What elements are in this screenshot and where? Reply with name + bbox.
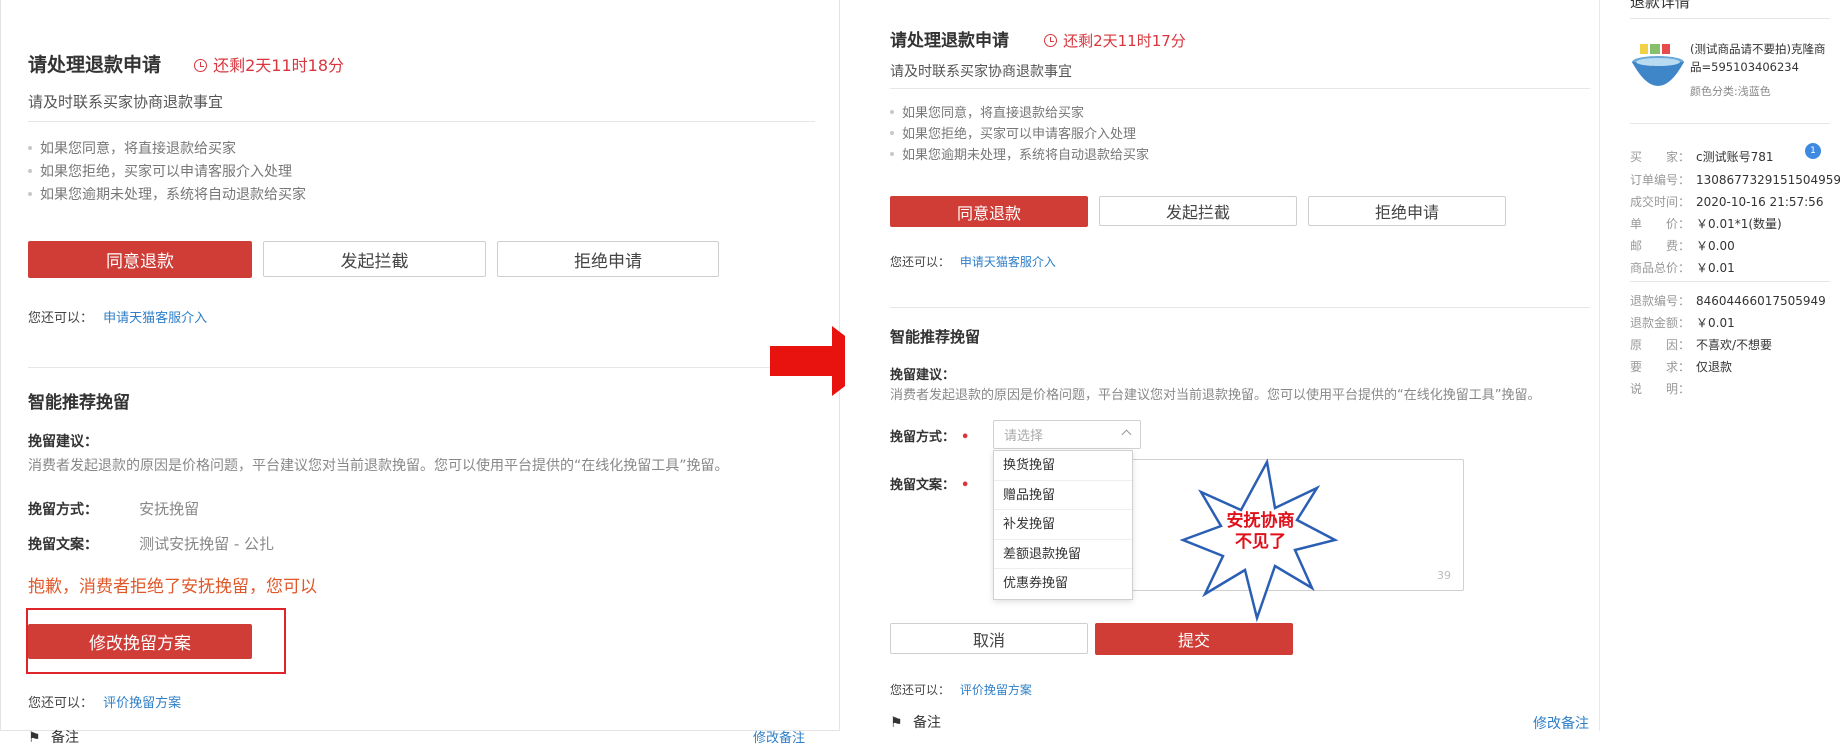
- bullet-item: 如果您同意，将直接退款给买家: [890, 102, 1084, 121]
- refund-row-amount: 退款金额： ￥0.01: [1630, 316, 1735, 330]
- remark-row: ⚑ 备注: [890, 715, 942, 731]
- order-row-price: 单 价： ￥0.01*1(数量): [1630, 217, 1782, 231]
- page-title: 请处理退款申请: [890, 31, 1009, 51]
- bullet-item: 如果您逾期未处理，系统将自动退款给买家: [890, 144, 1149, 163]
- divider: [1630, 281, 1830, 282]
- countdown: 还剩2天11时17分: [1044, 32, 1186, 50]
- page-title-row: 请处理退款申请 还剩2天11时17分: [890, 26, 1186, 51]
- divider-vertical: [1599, 0, 1600, 731]
- bullet-item: 如果您同意，将直接退款给买家: [28, 138, 236, 158]
- submit-button[interactable]: 提交: [1095, 623, 1293, 655]
- reject-button[interactable]: 拒绝申请: [1308, 196, 1506, 226]
- divider: [1630, 123, 1830, 124]
- customer-service-link[interactable]: 申请天猫客服介入: [103, 311, 207, 326]
- refund-detail-sidebar: 退款详情 (测试商品请不要拍)克隆商品=595103406234 颜色分类:浅蓝…: [1605, 0, 1840, 731]
- refund-row-reason: 原 因： 不喜欢/不想要: [1630, 338, 1773, 352]
- order-row-shipping: 邮 费： ￥0.00: [1630, 239, 1735, 253]
- remark-row: ⚑ 备注: [28, 730, 80, 746]
- method-row: 挽留方式： 安抚挽留: [28, 500, 200, 518]
- subtitle: 请及时联系买家协商退款事宜: [28, 93, 224, 111]
- agree-refund-button[interactable]: 同意退款: [890, 196, 1088, 227]
- refund-row-note: 说 明：: [1630, 382, 1691, 396]
- also-row-2: 您还可以： 评价挽留方案: [890, 683, 1032, 697]
- option-diff-refund[interactable]: 差额退款挽留: [994, 540, 1132, 569]
- sidebar-header: 退款详情: [1630, 0, 1691, 11]
- divider: [28, 367, 815, 368]
- countdown: 还剩2天11时18分: [194, 56, 344, 75]
- bullet-item: 如果您逾期未处理，系统将自动退款给买家: [28, 184, 306, 204]
- section-title: 智能推荐挽留: [28, 393, 130, 413]
- option-exchange[interactable]: 换货挽留: [994, 451, 1132, 481]
- page-title-row: 请处理退款申请 还剩2天11时18分: [28, 50, 344, 77]
- copy-row: 挽留文案： 测试安抚挽留 - 公扎: [28, 535, 275, 553]
- middle-refund-panel: 请处理退款申请 还剩2天11时17分 请及时联系买家协商退款事宜 如果您同意，将…: [845, 0, 1600, 733]
- advice-label: 挽留建议：: [890, 368, 956, 383]
- subtitle: 请及时联系买家协商退款事宜: [890, 64, 1072, 80]
- modify-retention-button[interactable]: 修改挽留方案: [28, 624, 252, 659]
- copy-label: 挽留文案： •: [890, 478, 970, 493]
- method-select[interactable]: 请选择: [993, 420, 1141, 449]
- section-title: 智能推荐挽留: [890, 328, 981, 346]
- option-coupon[interactable]: 优惠券挽留: [994, 569, 1132, 599]
- modify-remark-link[interactable]: 修改备注: [1533, 713, 1589, 733]
- reject-button[interactable]: 拒绝申请: [497, 241, 719, 277]
- order-row-total: 商品总价： ￥0.01: [1630, 261, 1735, 275]
- also-row: 您还可以： 申请天猫客服介入: [28, 311, 208, 326]
- flag-icon: ⚑: [28, 730, 41, 746]
- divider: [890, 88, 1590, 89]
- agree-refund-button[interactable]: 同意退款: [28, 241, 252, 278]
- refund-row-request: 要 求： 仅退款: [1630, 360, 1733, 374]
- method-label: 挽留方式： •: [890, 430, 970, 445]
- refund-row-number: 退款编号： 84604466017505949: [1630, 294, 1826, 308]
- copy-value: 测试安抚挽留 - 公扎: [139, 535, 275, 553]
- order-row-time: 成交时间： 2020-10-16 21:57:56: [1630, 195, 1824, 209]
- callout-text: 安抚协商 不见了: [1226, 511, 1295, 552]
- order-number-link[interactable]: 1308677329151504959: [1696, 173, 1840, 187]
- cancel-button[interactable]: 取消: [890, 623, 1088, 654]
- method-value: 安抚挽留: [139, 500, 200, 518]
- flag-icon: ⚑: [890, 715, 903, 731]
- evaluate-plan-link[interactable]: 评价挽留方案: [103, 696, 181, 711]
- method-dropdown: 换货挽留 赠品挽留 补发挽留 差额退款挽留 优惠券挽留: [993, 450, 1133, 600]
- product-attr: 颜色分类:浅蓝色: [1690, 85, 1771, 98]
- advice-label: 挽留建议：: [28, 434, 98, 450]
- char-counter: 39: [1437, 569, 1451, 582]
- advice-text: 消费者发起退款的原因是价格问题，平台建议您对当前退款挽留。您可以使用平台提供的“…: [890, 388, 1541, 403]
- left-refund-panel: 请处理退款申请 还剩2天11时18分 请及时联系买家协商退款事宜 如果您同意，将…: [0, 0, 840, 746]
- option-gift[interactable]: 赠品挽留: [994, 481, 1132, 510]
- bullet-item: 如果您拒绝，买家可以申请客服介入处理: [28, 161, 292, 181]
- clock-icon: [1044, 34, 1058, 47]
- warning-text: 抱歉，消费者拒绝了安抚挽留，您可以: [28, 577, 317, 597]
- advice-text: 消费者发起退款的原因是价格问题，平台建议您对当前退款挽留。您可以使用平台提供的“…: [28, 458, 729, 474]
- option-reship[interactable]: 补发挽留: [994, 510, 1132, 540]
- divider: [28, 121, 815, 122]
- order-row-buyer: 买 家： c测试账号781: [1630, 150, 1774, 164]
- also-row-2: 您还可以： 评价挽留方案: [28, 696, 182, 711]
- chevron-up-icon: [1121, 429, 1132, 440]
- modify-remark-link[interactable]: 修改备注: [753, 727, 805, 746]
- order-row-number: 订单编号： 1308677329151504959: [1630, 173, 1840, 187]
- divider: [890, 307, 1590, 308]
- evaluate-plan-link[interactable]: 评价挽留方案: [960, 683, 1032, 697]
- bullet-item: 如果您拒绝，买家可以申请客服介入处理: [890, 123, 1136, 142]
- intercept-button[interactable]: 发起拦截: [263, 241, 486, 277]
- clock-icon: [194, 59, 208, 72]
- product-name[interactable]: (测试商品请不要拍)克隆商品=595103406234: [1690, 40, 1830, 76]
- customer-service-link[interactable]: 申请天猫客服介入: [960, 255, 1056, 269]
- product-thumbnail: [1630, 40, 1685, 100]
- intercept-button[interactable]: 发起拦截: [1099, 196, 1297, 226]
- page-title: 请处理退款申请: [28, 54, 162, 76]
- divider: [1630, 18, 1830, 19]
- also-row: 您还可以： 申请天猫客服介入: [890, 255, 1056, 269]
- message-badge[interactable]: 1: [1805, 143, 1821, 159]
